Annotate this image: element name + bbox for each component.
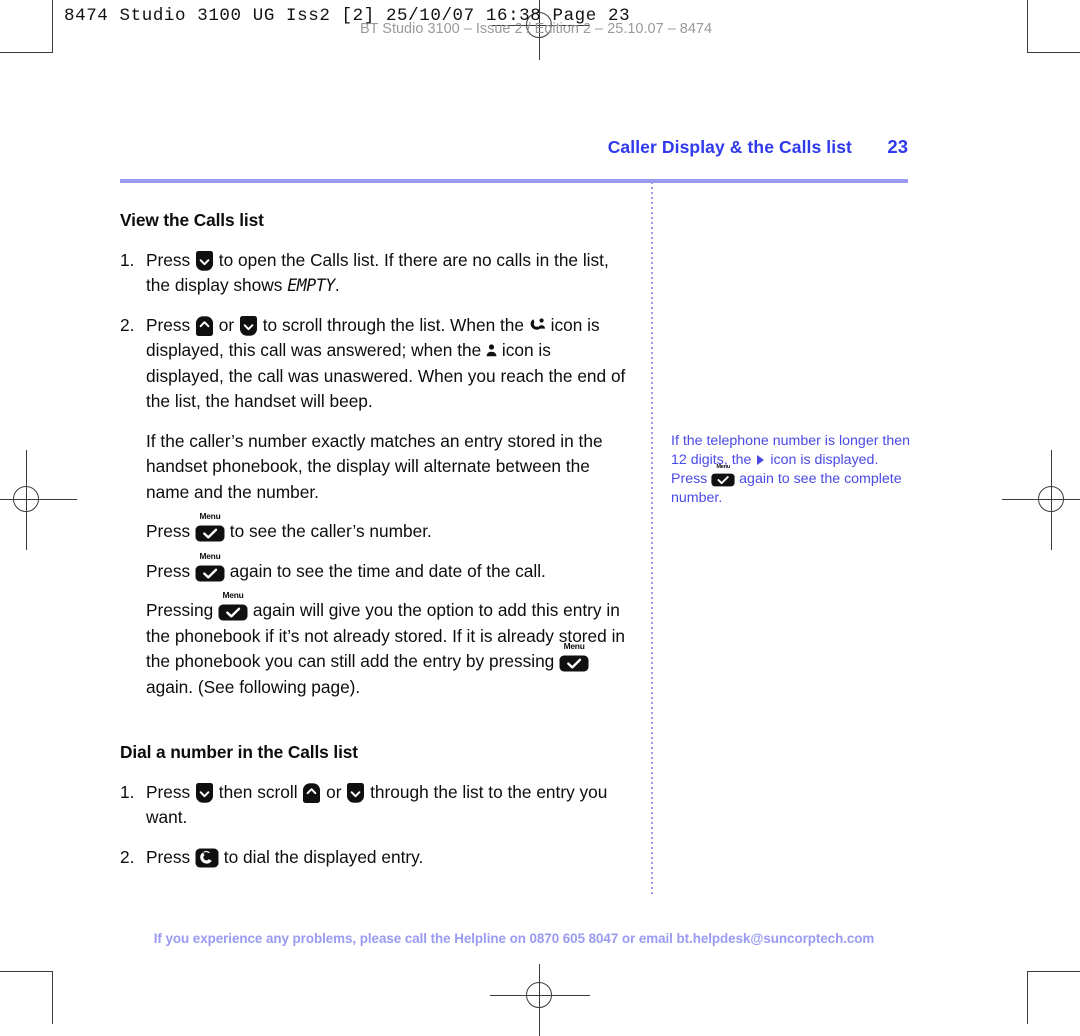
body-paragraph: If the caller’s number exactly matches a… [120,429,626,506]
menu-key-label: Menu [222,590,244,600]
view-paragraphs: If the caller’s number exactly matches a… [120,429,626,701]
body-text: again. (See following page). [146,676,361,697]
body-paragraph: Press Menu again to see the time and dat… [120,551,626,585]
side-note: If the telephone number is longer then 1… [671,432,917,508]
step-number: 1. [120,781,135,802]
unanswered-call-icon [486,344,497,357]
numbered-step: 1. Press to open the Calls list. If there… [120,248,626,299]
step-number: 1. [120,249,135,270]
body-text: to scroll through the list. When the [257,314,529,335]
up-key-icon[interactable] [195,315,214,336]
section-heading-view: View the Calls list [120,210,264,230]
menu-key-label: Menu [716,464,731,470]
body-paragraph: Press Menu to see the caller’s number. [120,512,626,545]
menu-key-label: Menu [199,511,221,521]
down-key-icon[interactable] [195,782,214,803]
numbered-step: 1. Press then scroll or through the list … [120,780,626,831]
numbered-step: 2. Press to dial the displayed entry. [120,845,626,871]
manual-page: Caller Display & the Calls list 23 View … [0,0,1080,1024]
body-text: Press [146,781,195,802]
menu-key-icon[interactable]: Menu [711,464,735,487]
body-paragraph: Pressing Menu again will give you the op… [120,591,626,700]
body-text: to open the Calls list. If there are no … [146,249,609,296]
menu-key-icon[interactable]: Menu [559,642,589,672]
running-head: Caller Display & the Calls list 23 [120,136,908,158]
body-text: to dial the displayed entry. [218,846,424,867]
menu-key-icon[interactable]: Menu [195,512,225,542]
body-text: then scroll [213,781,303,802]
step-number: 2. [120,846,135,867]
menu-key-label: Menu [563,641,585,651]
running-head-title: Caller Display & the Calls list [607,137,852,157]
main-column: View the Calls list 1. Press to open the … [120,208,626,884]
column-divider [651,182,653,896]
view-steps-list: 1. Press to open the Calls list. If there… [120,248,626,415]
body-text: Press [146,249,195,270]
body-text: Press [146,521,195,541]
lcd-display-text: EMPTY [287,276,335,295]
body-text: Press [146,314,195,335]
menu-key-label: Menu [199,550,221,561]
section-heading-dial: Dial a number in the Calls list [120,742,358,762]
body-text: again to see the time and date of the ca… [224,560,546,581]
menu-key-icon[interactable]: Menu [218,591,248,621]
menu-key-icon[interactable]: Menu [195,551,225,582]
up-key-icon[interactable] [302,782,321,803]
body-text: If the caller’s number exactly matches a… [146,430,603,502]
right-arrow-icon [757,455,765,465]
body-text: Press [146,846,195,867]
side-note-text: If the telephone number is longer then 1… [671,433,910,506]
step-number: 2. [120,314,135,335]
down-key-icon[interactable] [195,250,214,271]
dial-key-icon[interactable] [195,848,219,868]
down-key-icon[interactable] [346,782,365,803]
body-text: . [334,275,340,295]
answered-call-icon [529,317,546,334]
body-text: Pressing [146,600,219,620]
dial-steps-list: 1. Press then scroll or through the list … [120,780,626,871]
body-text: Press [146,560,195,581]
page-number: 23 [887,136,908,157]
body-text: or [213,314,239,335]
header-rule [120,179,908,183]
numbered-step: 2. Press or to scroll through the list. W… [120,313,626,415]
body-text: to see the caller’s number. [224,521,432,541]
body-text: or [321,781,347,802]
page-footer: If you experience any problems, please c… [153,931,875,946]
down-key-icon[interactable] [239,315,258,336]
